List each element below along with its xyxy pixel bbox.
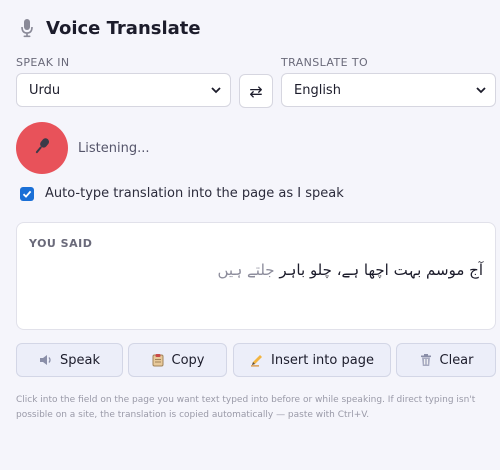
speaker-icon — [39, 353, 53, 367]
speak-button-label: Speak — [60, 352, 100, 368]
translate-to-value: English — [294, 82, 341, 98]
insert-button-label: Insert into page — [271, 352, 374, 368]
writing-hand-icon — [250, 353, 264, 367]
app-header: Voice Translate — [18, 17, 201, 39]
page-title: Voice Translate — [46, 17, 201, 39]
translate-to-select[interactable]: English — [281, 73, 496, 107]
speak-in-select[interactable]: Urdu — [16, 73, 231, 107]
translate-to-label: TRANSLATE TO — [281, 56, 369, 69]
transcript-final: آج موسم بہت اچھا ہے، چلو باہر — [279, 261, 483, 279]
clear-button-label: Clear — [439, 352, 474, 368]
clipboard-icon — [151, 353, 165, 367]
trash-icon — [419, 353, 433, 367]
auto-type-checkbox[interactable] — [20, 186, 34, 201]
chevron-down-icon — [210, 84, 222, 96]
you-said-label: YOU SAID — [29, 237, 93, 250]
microphone-icon — [31, 135, 53, 161]
microphone-icon — [18, 17, 36, 39]
auto-type-option[interactable]: Auto-type translation into the page as I… — [20, 186, 344, 201]
transcript-interim: جلتے ہیں — [217, 261, 275, 279]
copy-button[interactable]: Copy — [128, 343, 227, 377]
speak-button[interactable]: Speak — [16, 343, 123, 377]
transcript-text: آج موسم بہت اچھا ہے، چلو باہر جلتے ہیں — [218, 261, 483, 279]
auto-type-label: Auto-type translation into the page as I… — [45, 186, 344, 201]
you-said-panel: YOU SAID آج موسم بہت اچھا ہے، چلو باہر ج… — [16, 222, 496, 330]
swap-icon: ⇄ — [249, 81, 263, 101]
clear-button[interactable]: Clear — [396, 343, 496, 377]
mic-record-button[interactable] — [16, 122, 68, 174]
speak-in-label: SPEAK IN — [16, 56, 70, 69]
chevron-down-icon — [475, 84, 487, 96]
speak-in-value: Urdu — [29, 82, 61, 98]
swap-languages-button[interactable]: ⇄ — [239, 74, 273, 108]
usage-hint: Click into the field on the page you wan… — [16, 395, 476, 420]
copy-button-label: Copy — [171, 352, 205, 368]
insert-into-page-button[interactable]: Insert into page — [233, 343, 391, 377]
listening-status: Listening... — [78, 141, 150, 156]
